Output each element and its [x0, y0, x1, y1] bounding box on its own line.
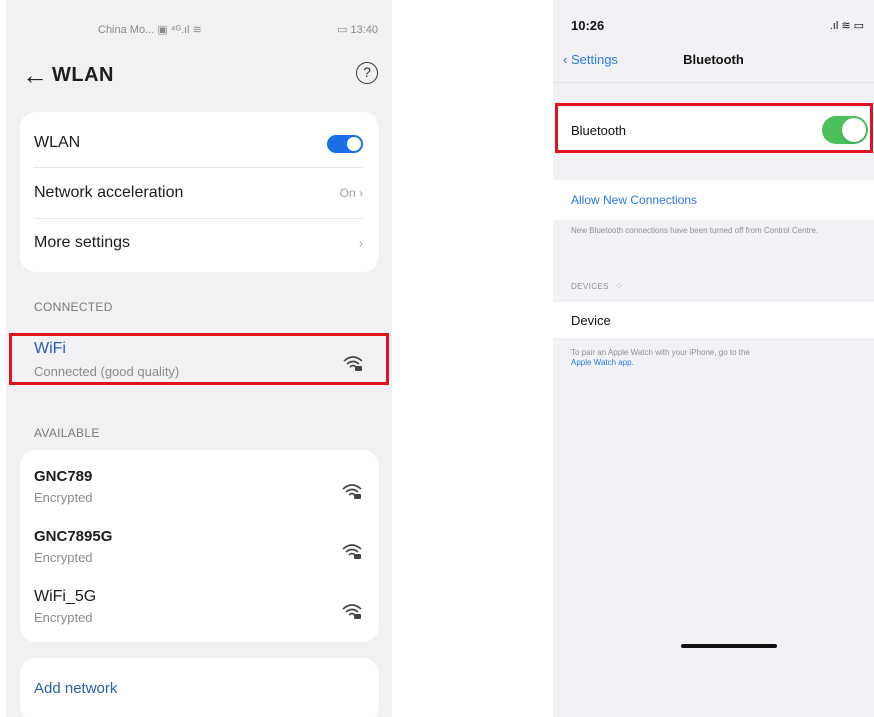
allow-new-connections-link[interactable]: Allow New Connections	[571, 193, 697, 207]
wifi-locked-icon	[342, 604, 362, 619]
network-name: GNC789	[34, 468, 93, 485]
divider	[34, 167, 365, 168]
wlan-label: WLAN	[34, 134, 81, 151]
status-right: ▭ 13:40	[337, 23, 378, 36]
status-time: 13:40	[350, 24, 378, 36]
more-settings-label: More settings	[34, 234, 131, 251]
wifi-locked-icon	[342, 544, 362, 559]
network-acceleration-label: Network acceleration	[34, 184, 184, 201]
available-network-row[interactable]: GNC7895G Encrypted	[34, 526, 365, 570]
loading-spinner-icon: ⁘	[614, 281, 624, 292]
status-time: 10:26	[571, 18, 605, 33]
home-indicator[interactable]	[681, 644, 777, 648]
chevron-right-icon: ›	[359, 186, 363, 200]
network-security: Encrypted	[34, 610, 93, 625]
connected-highlight-box	[9, 333, 389, 385]
wifi-locked-icon	[342, 484, 362, 499]
navigation-bar: Bluetooth ‹ Settings	[553, 50, 874, 74]
add-network-button[interactable]: Add network	[34, 680, 117, 697]
allow-new-connections-row[interactable]: Allow New Connections	[553, 180, 874, 220]
available-network-row[interactable]: WiFi_5G Encrypted	[34, 586, 365, 630]
screen-comparison: China Mo... ▣ ⁴ᴳ.ıl ≋ ▭ 13:40 ← WLAN ? W…	[0, 0, 874, 717]
android-wlan-screen: China Mo... ▣ ⁴ᴳ.ıl ≋ ▭ 13:40 ← WLAN ? W…	[6, 0, 392, 717]
carrier-label: China Mo... ▣ ⁴ᴳ.ıl ≋	[98, 24, 202, 36]
more-settings-row[interactable]: More settings ›	[34, 232, 365, 256]
network-acceleration-row[interactable]: Network acceleration On ›	[34, 182, 365, 206]
network-acceleration-value: On ›	[339, 186, 363, 200]
status-bar: China Mo... ▣ ⁴ᴳ.ıl ≋ ▭ 13:40	[6, 20, 392, 40]
help-circle-icon[interactable]: ?	[356, 62, 378, 84]
signal-wifi-battery-icons: .ıl ≋ ▭	[829, 20, 864, 32]
connections-note: New Bluetooth connections have been turn…	[571, 226, 819, 235]
bluetooth-highlight-box	[555, 103, 873, 153]
device-name: Device	[571, 313, 611, 328]
page-header: ← WLAN ?	[6, 58, 392, 98]
apple-watch-app-link[interactable]: Apple Watch app.	[571, 358, 634, 367]
back-button[interactable]: ‹ Settings	[563, 52, 618, 67]
wlan-toggle[interactable]	[327, 135, 363, 153]
signal-icons: ▣ ⁴ᴳ.ıl ≋	[157, 24, 202, 36]
wlan-toggle-row[interactable]: WLAN	[34, 132, 365, 156]
battery-icon: ▭	[337, 24, 348, 36]
device-row[interactable]: Device	[553, 302, 874, 338]
divider	[34, 218, 365, 219]
ios-bluetooth-screen: 10:26 .ıl ≋ ▭ Bluetooth ‹ Settings Bluet…	[553, 0, 874, 717]
status-bar: 10:26 .ıl ≋ ▭	[553, 18, 874, 38]
chevron-left-icon: ‹	[563, 52, 571, 67]
network-name: WiFi_5G	[34, 588, 97, 605]
network-security: Encrypted	[34, 490, 93, 505]
back-arrow-icon[interactable]: ←	[22, 62, 48, 88]
divider	[553, 82, 874, 83]
available-network-row[interactable]: GNC789 Encrypted	[34, 466, 365, 510]
add-network-card: Add network	[20, 658, 379, 717]
available-networks-card: GNC789 Encrypted GNC7895G Encrypted WiFi…	[20, 450, 379, 642]
network-name: GNC7895G	[34, 528, 113, 545]
settings-card: WLAN Network acceleration On › More sett…	[20, 112, 379, 272]
apple-watch-note: To pair an Apple Watch with your iPhone,…	[571, 348, 750, 367]
connected-header: CONNECTED	[34, 300, 113, 314]
network-security: Encrypted	[34, 550, 93, 565]
chevron-right-icon: ›	[359, 236, 363, 250]
devices-header: DEVICES ⁘	[571, 281, 624, 292]
available-header: AVAILABLE	[34, 426, 100, 440]
page-title: WLAN	[52, 64, 114, 86]
